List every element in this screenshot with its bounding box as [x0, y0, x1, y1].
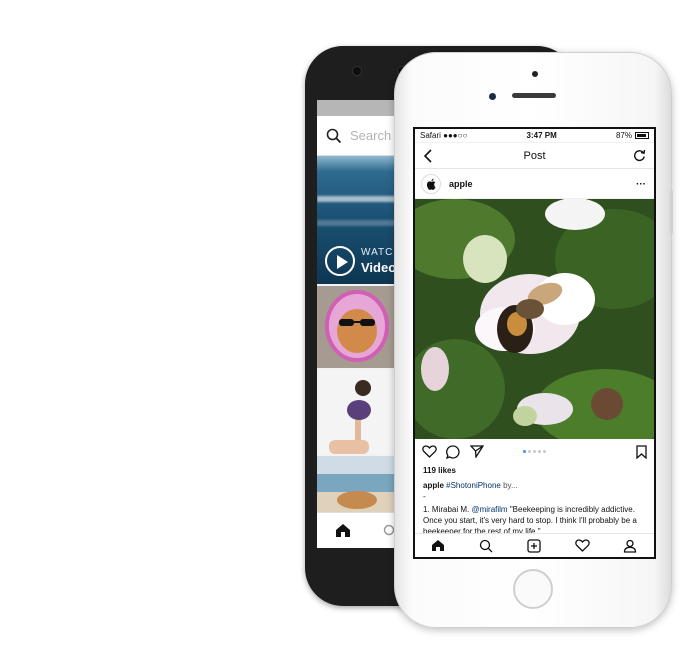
front-phone: Safari ●●●○○ 3:47 PM 87% Post apple ··· …: [394, 52, 673, 628]
status-left: Safari ●●●○○: [420, 131, 467, 140]
post-header: apple ···: [415, 169, 654, 199]
side-button: [670, 190, 673, 234]
app-header: Post: [415, 143, 654, 169]
more-options-icon[interactable]: ···: [636, 179, 646, 190]
carrier-label: Safari: [420, 131, 441, 140]
carousel-dots: [523, 450, 546, 453]
carousel-dot: [538, 450, 541, 453]
refresh-icon[interactable]: [633, 149, 646, 162]
activity-heart-icon[interactable]: [575, 539, 590, 552]
bookmark-icon[interactable]: [636, 445, 647, 459]
bee-on-flower-photo: [415, 199, 654, 439]
post-username[interactable]: apple: [449, 179, 473, 189]
caption-username[interactable]: apple: [423, 481, 444, 490]
caption-line: apple #ShotoniPhone by...: [423, 480, 646, 491]
quote-prefix: 1. Mirabai M.: [423, 505, 472, 514]
proximity-sensor: [532, 71, 538, 77]
profile-icon[interactable]: [623, 539, 637, 553]
status-time: 3:47 PM: [526, 131, 557, 140]
back-chevron-icon[interactable]: [423, 149, 433, 163]
play-icon[interactable]: [325, 246, 355, 276]
status-bar: Safari ●●●○○ 3:47 PM 87%: [415, 129, 654, 143]
search-icon[interactable]: [479, 539, 493, 553]
bottom-tab-bar: [415, 533, 654, 557]
search-placeholder: Search: [350, 128, 392, 143]
carousel-dot: [528, 450, 531, 453]
page-title: Post: [523, 149, 546, 162]
home-icon[interactable]: [335, 523, 351, 538]
new-post-icon[interactable]: [527, 539, 541, 553]
battery-percent: 87%: [615, 131, 632, 140]
carousel-dot: [533, 450, 536, 453]
front-camera: [489, 93, 496, 100]
caption-dash: -: [423, 492, 426, 501]
post-actions: [415, 439, 654, 463]
share-icon[interactable]: [470, 445, 484, 458]
signal-strength: ●●●○○: [443, 131, 468, 140]
post-caption: 119 likes apple #ShotoniPhone by... - 1.…: [415, 465, 654, 537]
apple-logo-icon: [426, 178, 436, 190]
back-phone-camera-dot: [352, 66, 362, 76]
comment-icon[interactable]: [446, 445, 460, 459]
heart-icon[interactable]: [422, 445, 437, 458]
phones-scene: Search WATCH Video Safari ●●●○○ 3:47 PM …: [0, 0, 692, 654]
search-icon: [326, 128, 342, 143]
status-right: 87%: [616, 131, 649, 140]
post-image[interactable]: [415, 199, 654, 439]
home-button[interactable]: [513, 569, 553, 609]
carousel-dot: [543, 450, 546, 453]
video-label: Video: [361, 260, 397, 275]
battery-icon: [635, 132, 649, 139]
front-phone-screen: Safari ●●●○○ 3:47 PM 87% Post apple ··· …: [413, 127, 656, 559]
earpiece-speaker: [512, 93, 556, 98]
home-icon[interactable]: [431, 539, 445, 552]
caption-more[interactable]: by...: [501, 481, 518, 490]
carousel-dot-active: [523, 450, 526, 453]
caption-hashtag[interactable]: #ShotoniPhone: [446, 481, 501, 490]
likes-count[interactable]: 119 likes: [423, 465, 646, 476]
avatar[interactable]: [421, 173, 441, 194]
quote-mention[interactable]: @mirafilm: [471, 505, 507, 514]
